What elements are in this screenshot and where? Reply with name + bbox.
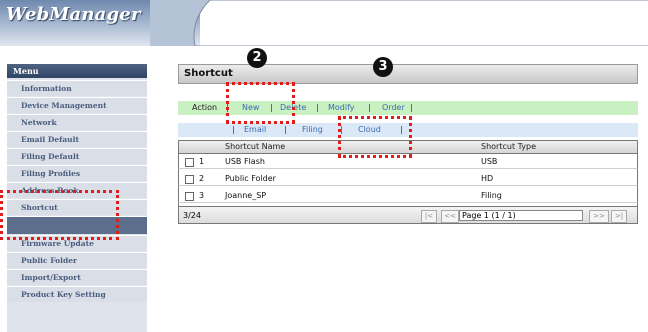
separator: | (316, 103, 319, 112)
row-checkbox[interactable] (185, 192, 194, 201)
shortcut-name: Joanne_SP (225, 191, 267, 200)
table-row[interactable]: 3 Joanne_SP Filing (178, 189, 638, 203)
first-page-button[interactable]: |< (421, 210, 437, 223)
sidebar-item-email-default[interactable]: Email Default (7, 131, 147, 147)
menu-title: Menu (7, 64, 147, 78)
shortcut-name: USB Flash (225, 157, 265, 166)
shortcut-type: USB (481, 157, 498, 166)
row-number: 2 (199, 174, 205, 183)
next-page-button[interactable]: >> (589, 210, 609, 223)
page-indicator-field[interactable]: Page 1 (1 / 1) (459, 210, 583, 221)
modify-button[interactable]: Modify (328, 101, 355, 115)
sidebar-item-filing-profiles[interactable]: Filing Profiles (7, 165, 147, 181)
row-number: 1 (199, 157, 205, 166)
sidebar-item-network[interactable]: Network (7, 114, 147, 130)
order-button[interactable]: Order (382, 101, 405, 115)
callout-marker-3: 3 (373, 57, 393, 77)
prev-page-button[interactable]: << (441, 210, 459, 223)
column-header-shortcut-name[interactable]: Shortcut Name (225, 141, 285, 153)
record-count: 3/24 (183, 211, 201, 220)
callout-marker-2: 2 (247, 48, 267, 68)
highlight-new-button (226, 82, 295, 124)
action-label: Action (192, 103, 218, 112)
column-header-shortcut-type[interactable]: Shortcut Type (481, 141, 536, 153)
tab-filing[interactable]: Filing (302, 123, 323, 137)
app-logo: WebManager (6, 4, 141, 25)
row-checkbox[interactable] (185, 158, 194, 167)
row-checkbox[interactable] (185, 175, 194, 184)
last-page-button[interactable]: >| (611, 210, 627, 223)
separator: | (410, 103, 413, 112)
sidebar-item-public-folder[interactable]: Public Folder (7, 252, 147, 268)
sidebar-item-product-key-setting[interactable]: Product Key Setting (7, 286, 147, 302)
shortcut-type: HD (481, 174, 494, 183)
page-title: Shortcut (178, 64, 638, 84)
table-footer: 3/24 |< << Page 1 (1 / 1) >> >| (178, 206, 638, 224)
separator: | (232, 125, 235, 134)
row-number: 3 (199, 191, 205, 200)
sidebar-item-device-management[interactable]: Device Management (7, 97, 147, 113)
highlight-cloud-tab (338, 116, 412, 158)
tab-email[interactable]: Email (244, 123, 266, 137)
header-curve-decoration (150, 0, 648, 46)
sidebar-item-import-export[interactable]: Import/Export (7, 269, 147, 285)
shortcut-type: Filing (481, 191, 502, 200)
highlight-sidebar-shortcut (0, 190, 119, 240)
separator: | (284, 125, 287, 134)
separator: | (368, 103, 371, 112)
sidebar-item-information[interactable]: Information (7, 80, 147, 96)
sidebar-item-filing-default[interactable]: Filing Default (7, 148, 147, 164)
shortcut-name: Public Folder (225, 174, 276, 183)
table-row[interactable]: 2 Public Folder HD (178, 172, 638, 186)
